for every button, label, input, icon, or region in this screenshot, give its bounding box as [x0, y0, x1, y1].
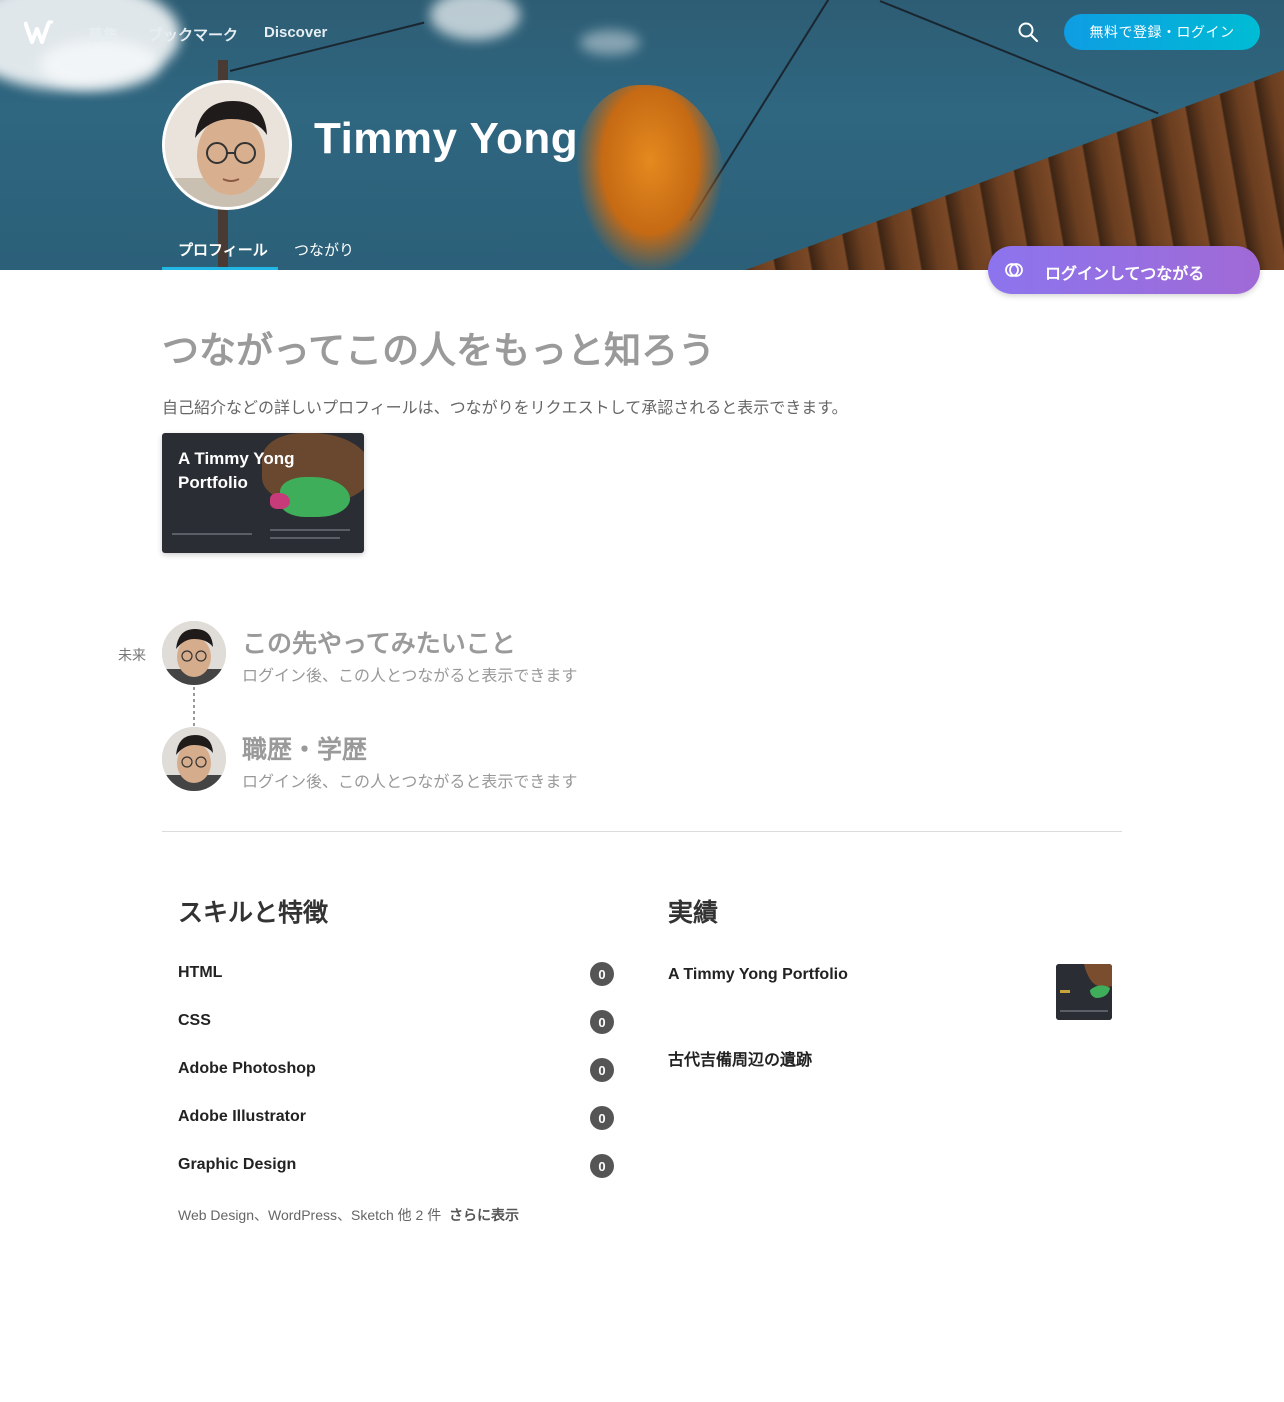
- search-icon[interactable]: [1016, 20, 1040, 44]
- timeline-connector: [193, 687, 195, 727]
- connect-heading: つながってこの人をもっと知ろう: [162, 330, 716, 371]
- skill-name[interactable]: Adobe Illustrator: [178, 1108, 306, 1126]
- avatar: [162, 621, 226, 685]
- skill-count-badge: 0: [590, 1154, 614, 1178]
- skill-name[interactable]: HTML: [178, 964, 222, 982]
- work-item-title[interactable]: 古代吉備周辺の遺跡: [668, 1046, 812, 1070]
- tab-indicator: [162, 267, 278, 270]
- timeline-future-label: 未来: [118, 647, 146, 663]
- skill-count-badge: 0: [590, 1106, 614, 1130]
- card-line: [172, 533, 252, 535]
- signup-login-button[interactable]: 無料で登録・ログイン: [1064, 14, 1260, 50]
- logo-icon[interactable]: [23, 20, 54, 44]
- tab-profile[interactable]: プロフィール: [178, 239, 268, 260]
- profile-name: Timmy Yong: [314, 114, 579, 163]
- connect-description: 自己紹介などの詳しいプロフィールは、つながりをリクエストして承認されると表示でき…: [162, 400, 848, 417]
- works-title: 実績: [668, 899, 719, 927]
- skill-name[interactable]: Adobe Photoshop: [178, 1060, 316, 1078]
- timeline-subtitle-career: ログイン後、この人とつながると表示できます: [242, 774, 578, 791]
- timeline-subtitle-future: ログイン後、この人とつながると表示できます: [242, 668, 578, 685]
- nav-link-bookmark[interactable]: ブックマーク: [148, 24, 238, 45]
- skill-name[interactable]: CSS: [178, 1012, 211, 1030]
- show-more-link[interactable]: さらに表示: [449, 1205, 519, 1225]
- work-thumbnail[interactable]: [1056, 964, 1112, 1020]
- tab-connections[interactable]: つながり: [294, 239, 354, 260]
- work-item-title[interactable]: A Timmy Yong Portfolio: [668, 966, 848, 984]
- connect-login-button[interactable]: ログインしてつながる: [988, 246, 1260, 294]
- nav-link-recruit[interactable]: 募集: [88, 24, 118, 45]
- timeline-title-future: この先やってみたいこと: [242, 630, 516, 658]
- avatar: [162, 727, 226, 791]
- top-nav: 募集 ブックマーク Discover 無料で登録・ログイン: [0, 0, 1284, 68]
- portfolio-card-title: A Timmy Yong Portfolio: [178, 449, 295, 492]
- timeline-title-career: 職歴・学歴: [242, 736, 368, 764]
- connect-label: ログインしてつながる: [1045, 266, 1205, 283]
- skill-name[interactable]: Graphic Design: [178, 1156, 296, 1174]
- more-skills-text: Web Design、WordPress、Sketch 他 2 件: [178, 1207, 442, 1223]
- skills-title: スキルと特徴: [178, 899, 329, 927]
- card-line: [270, 537, 340, 539]
- tree: [575, 85, 725, 270]
- link-icon: [1005, 261, 1023, 279]
- map-shape: [270, 493, 290, 509]
- skill-count-badge: 0: [590, 1058, 614, 1082]
- card-line: [270, 529, 350, 531]
- section-divider: [162, 831, 1122, 832]
- avatar: [162, 80, 292, 210]
- nav-link-discover[interactable]: Discover: [264, 24, 327, 41]
- portfolio-card[interactable]: A Timmy Yong Portfolio: [162, 433, 364, 553]
- skill-count-badge: 0: [590, 962, 614, 986]
- skill-count-badge: 0: [590, 1010, 614, 1034]
